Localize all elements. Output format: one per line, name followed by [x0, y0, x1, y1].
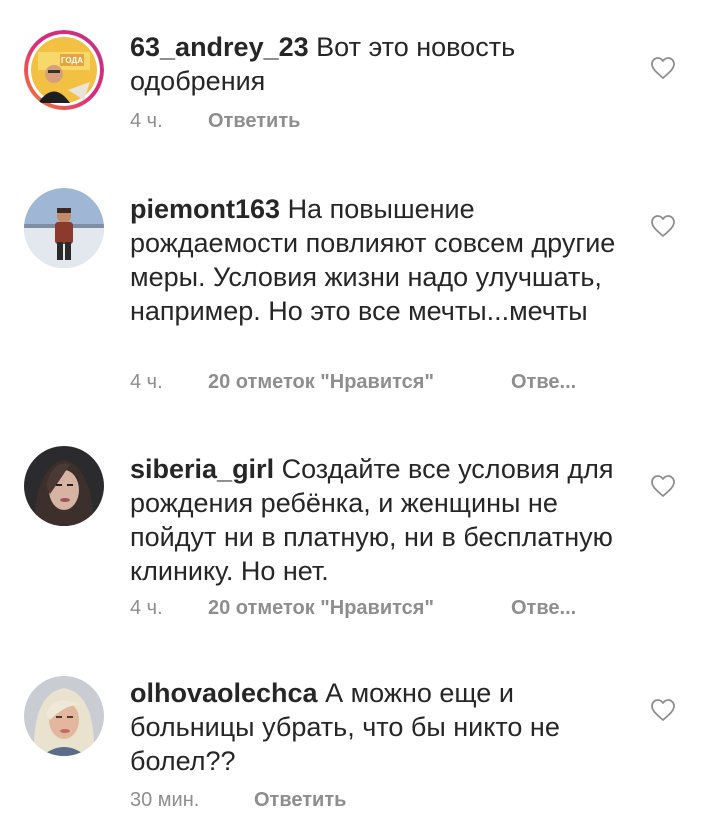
comment-body: siberia_girl Создайте все условия для ро… — [130, 452, 630, 588]
avatar-logo-text: ГОДА — [61, 56, 83, 65]
heart-outline-icon — [651, 57, 675, 79]
like-button[interactable] — [650, 698, 676, 722]
comment-username[interactable]: olhovaolechca — [130, 678, 318, 708]
avatar[interactable]: ГОДА — [24, 30, 104, 110]
comment-meta: 4 ч. 20 отметок "Нравится" Отве... — [130, 597, 650, 623]
reply-button[interactable]: Отве... — [511, 371, 576, 394]
heart-outline-icon — [651, 699, 675, 721]
comment-body: olhovaolechca А можно еще и больницы убр… — [130, 676, 630, 778]
comment-time: 4 ч. — [130, 110, 163, 132]
likes-count-link[interactable]: 20 отметок "Нравится" — [208, 597, 434, 620]
comment-body: piemont163 На повышение рождаемости повл… — [130, 192, 630, 328]
comment-username[interactable]: piemont163 — [130, 194, 280, 224]
reply-button[interactable]: Отве... — [511, 597, 576, 620]
reply-button[interactable]: Ответить — [254, 789, 346, 812]
comment-username[interactable]: 63_andrey_23 — [130, 32, 309, 62]
avatar[interactable] — [24, 446, 104, 526]
like-button[interactable] — [650, 56, 676, 80]
like-button[interactable] — [650, 474, 676, 498]
reply-button[interactable]: Ответить — [208, 110, 300, 133]
comment-meta: 4 ч. 20 отметок "Нравится" Отве... — [130, 371, 650, 397]
avatar[interactable] — [24, 676, 104, 756]
like-button[interactable] — [650, 214, 676, 238]
comment-time: 4 ч. — [130, 371, 163, 393]
comment-time: 4 ч. — [130, 597, 163, 619]
comment-meta: 30 мин. Ответить — [130, 789, 650, 815]
likes-count-link[interactable]: 20 отметок "Нравится" — [208, 371, 434, 394]
heart-outline-icon — [651, 475, 675, 497]
comment-time: 30 мин. — [130, 789, 200, 811]
comment-username[interactable]: siberia_girl — [130, 454, 274, 484]
comment-body: 63_andrey_23 Вот это новость одобрения — [130, 30, 630, 98]
comment-meta: 4 ч. Ответить — [130, 110, 650, 136]
heart-outline-icon — [651, 215, 675, 237]
avatar[interactable] — [24, 188, 104, 268]
